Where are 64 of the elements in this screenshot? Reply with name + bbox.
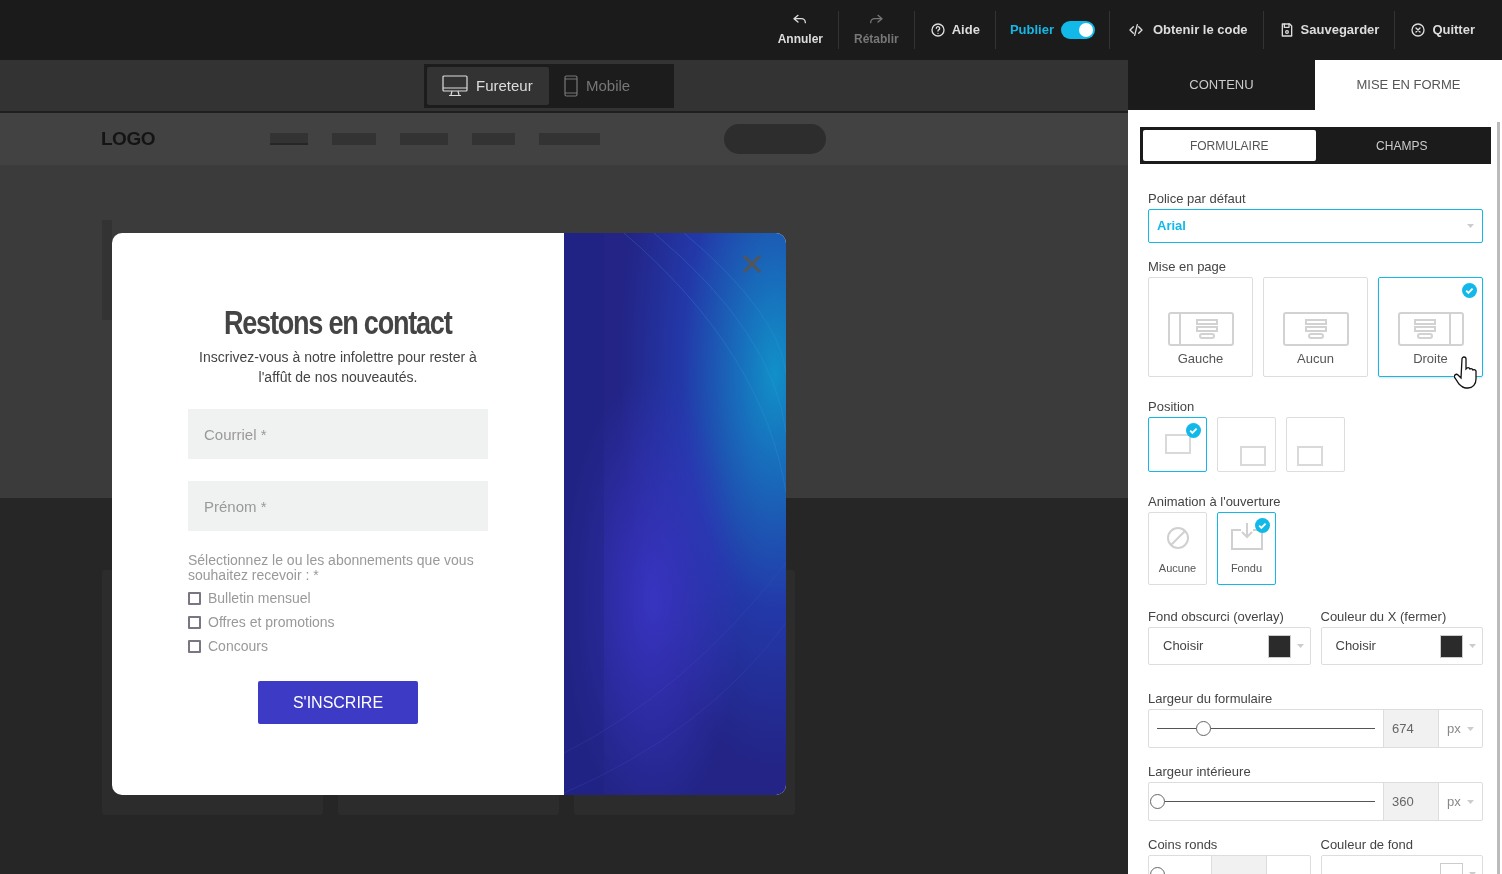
field-label: Animation à l'ouverture	[1148, 494, 1282, 510]
publish-label: Publier	[1009, 21, 1054, 40]
animation-option[interactable]: Fondu	[1217, 512, 1276, 585]
sub-tab[interactable]: CHAMPS	[1315, 130, 1488, 161]
color-picker[interactable]: Choisir	[1148, 627, 1311, 665]
save-button[interactable]: Sauvegarder	[1263, 20, 1395, 40]
subscribe-button[interactable]: S'INSCRIRE	[258, 681, 418, 724]
field-label: Largeur intérieure	[1148, 764, 1252, 780]
position-option[interactable]	[1286, 417, 1345, 472]
popup-subtitle: Inscrivez-vous à notre infolettre pour rester à l'affût de nos nouveautés.	[198, 348, 478, 387]
window-arrow-icon	[1230, 521, 1263, 550]
animation-option[interactable]: Aucune	[1148, 512, 1207, 585]
panel-tab[interactable]: CONTENU	[1128, 60, 1315, 110]
help-button[interactable]: Aide	[914, 20, 995, 40]
layout-option[interactable]: Gauche	[1148, 277, 1253, 377]
field-label: Largeur du formulaire	[1148, 691, 1274, 707]
slider-thumb[interactable]	[1195, 721, 1211, 736]
nav-placeholder	[270, 133, 308, 145]
window-position-icon	[1239, 446, 1266, 466]
hand-cursor-icon	[1454, 356, 1480, 390]
prohibited-icon	[1165, 525, 1190, 550]
check-icon	[1255, 518, 1270, 533]
field-label: Fond obscurci (overlay)	[1148, 609, 1285, 625]
color-picker[interactable]: Choisir	[1320, 627, 1483, 665]
close-icon	[1410, 22, 1427, 38]
undo-button[interactable]: Annuler	[762, 12, 839, 48]
text-field[interactable]: Courriel *	[188, 409, 488, 459]
help-icon	[929, 22, 946, 38]
check-icon	[1462, 283, 1477, 298]
unit-dropdown[interactable]: px	[1438, 710, 1482, 747]
publish-switch[interactable]	[1060, 21, 1095, 39]
text-field[interactable]: Prénom *	[188, 481, 488, 531]
unit-dropdown[interactable]: px	[1438, 783, 1482, 820]
field-label: Position	[1148, 399, 1196, 415]
value-field[interactable]: 360	[1383, 783, 1438, 820]
layout-option[interactable]: Aucun	[1263, 277, 1368, 377]
field-label: Police par défaut	[1148, 191, 1247, 207]
field-label: Couleur de fond	[1320, 837, 1414, 853]
field-label: Mise en page	[1148, 259, 1228, 275]
field-label: Couleur du X (fermer)	[1320, 609, 1448, 625]
value-field[interactable]: 674	[1383, 710, 1438, 747]
caret-icon	[1296, 644, 1304, 648]
code-button[interactable]: Obtenir le code	[1109, 20, 1263, 40]
caret-icon	[1467, 726, 1474, 731]
close-icon[interactable]	[742, 254, 762, 274]
caret-icon	[1467, 224, 1474, 228]
subscription-prompt: Sélectionnez le ou les abonnements que vous souhaitez recevoir : *	[188, 553, 475, 583]
position-option[interactable]	[1148, 417, 1207, 472]
caret-icon	[1469, 644, 1476, 648]
check-icon	[1186, 423, 1201, 438]
quit-button[interactable]: Quitter	[1395, 20, 1490, 40]
phone-icon	[564, 75, 578, 97]
window-position-icon	[1164, 434, 1191, 454]
window-position-icon	[1296, 446, 1323, 466]
preview-mode-tab[interactable]: Fureteur	[427, 67, 549, 105]
position-option[interactable]	[1217, 417, 1276, 472]
slider-thumb[interactable]	[1150, 794, 1165, 809]
monitor-icon	[442, 75, 468, 97]
popup-title: Restons en contact	[224, 305, 452, 341]
field-label: Coins ronds	[1148, 837, 1219, 853]
layout-option[interactable]: Droite	[1378, 277, 1483, 377]
sub-tab[interactable]: FORMULAIRE	[1143, 130, 1316, 161]
preview-mode-tab[interactable]: Mobile	[549, 67, 671, 105]
caret-icon	[1467, 799, 1474, 804]
